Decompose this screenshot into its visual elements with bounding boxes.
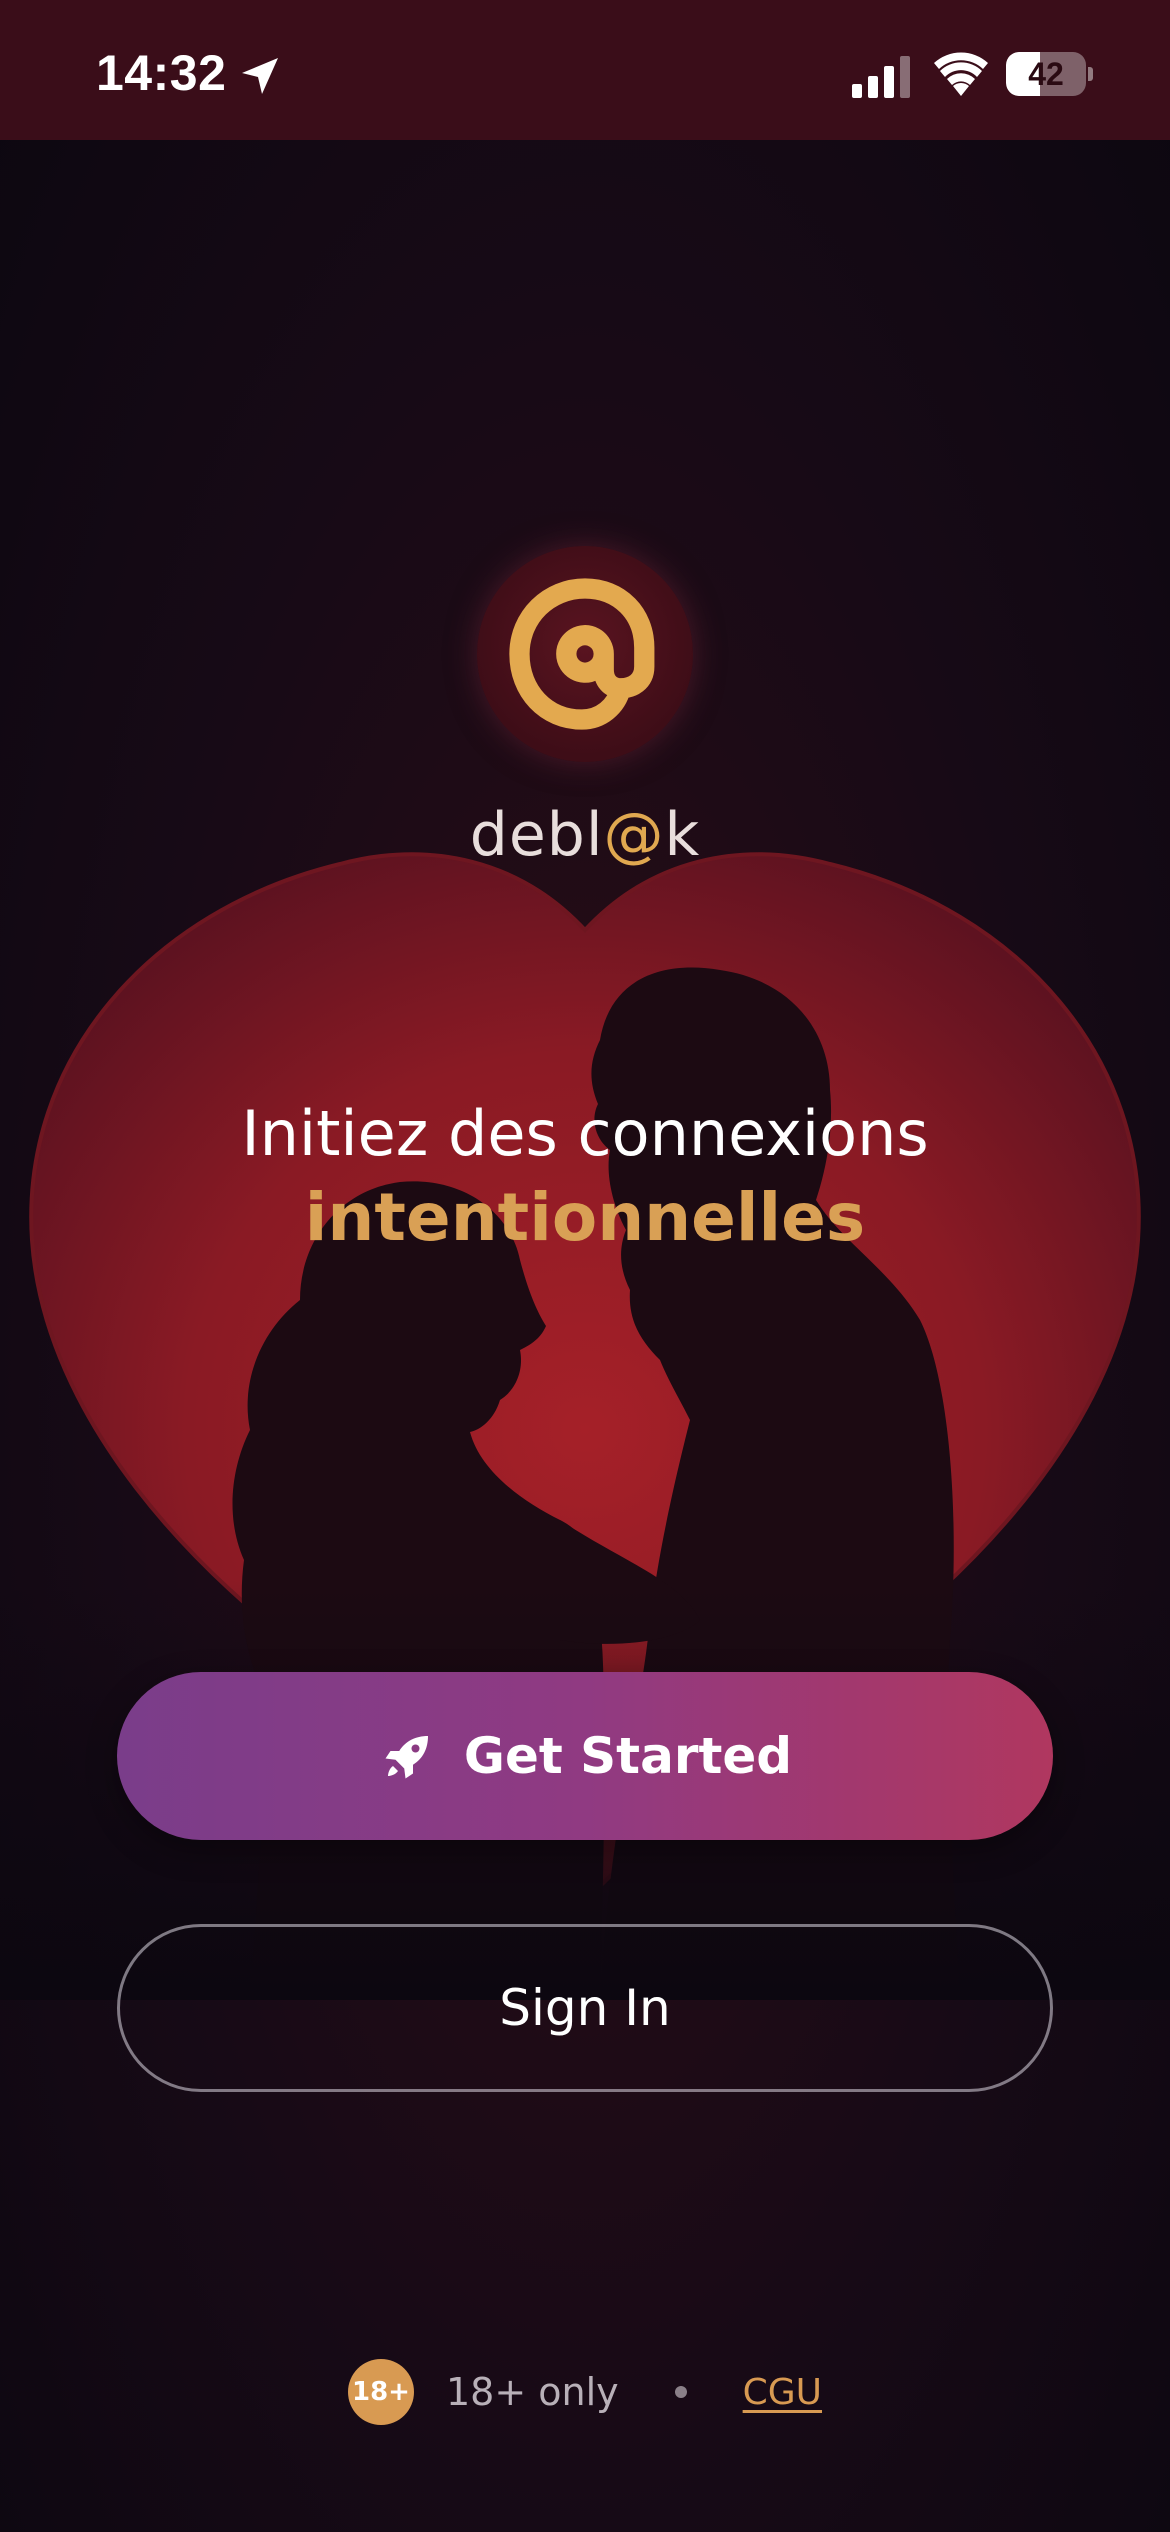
age-restriction-badge: 18+	[347, 2359, 414, 2425]
get-started-label: Get Started	[463, 1727, 793, 1785]
location-arrow-icon	[242, 58, 278, 94]
footer: 18+ 18+ only CGU	[0, 2358, 1170, 2426]
wifi-icon	[934, 52, 988, 96]
app-name: debl@k	[469, 800, 701, 870]
hero-headline: Initiez des connexions intentionnelles	[0, 1092, 1170, 1260]
at-sign-icon	[509, 578, 655, 730]
separator-dot	[674, 2386, 687, 2398]
rocket-icon	[385, 1736, 428, 1779]
welcome-screen: 14:32 42 debl@k Initiez des connexions i…	[0, 0, 1170, 2532]
battery-icon: 42	[1006, 52, 1093, 96]
headline-line-1: Initiez des connexions	[241, 1097, 929, 1170]
cellular-signal-icon	[852, 56, 910, 98]
sign-in-button[interactable]: Sign In	[117, 1924, 1053, 2092]
battery-level: 42	[1028, 56, 1064, 92]
age-restriction-text: 18+ only	[445, 2370, 619, 2414]
headline-line-2: intentionnelles	[304, 1179, 866, 1256]
sign-in-label: Sign In	[499, 1979, 671, 2037]
app-logo	[477, 546, 693, 762]
status-time: 14:32	[96, 45, 227, 101]
get-started-button[interactable]: Get Started	[117, 1672, 1053, 1840]
status-bar: 14:32 42	[0, 0, 1170, 140]
cgu-link[interactable]: CGU	[743, 2372, 822, 2413]
